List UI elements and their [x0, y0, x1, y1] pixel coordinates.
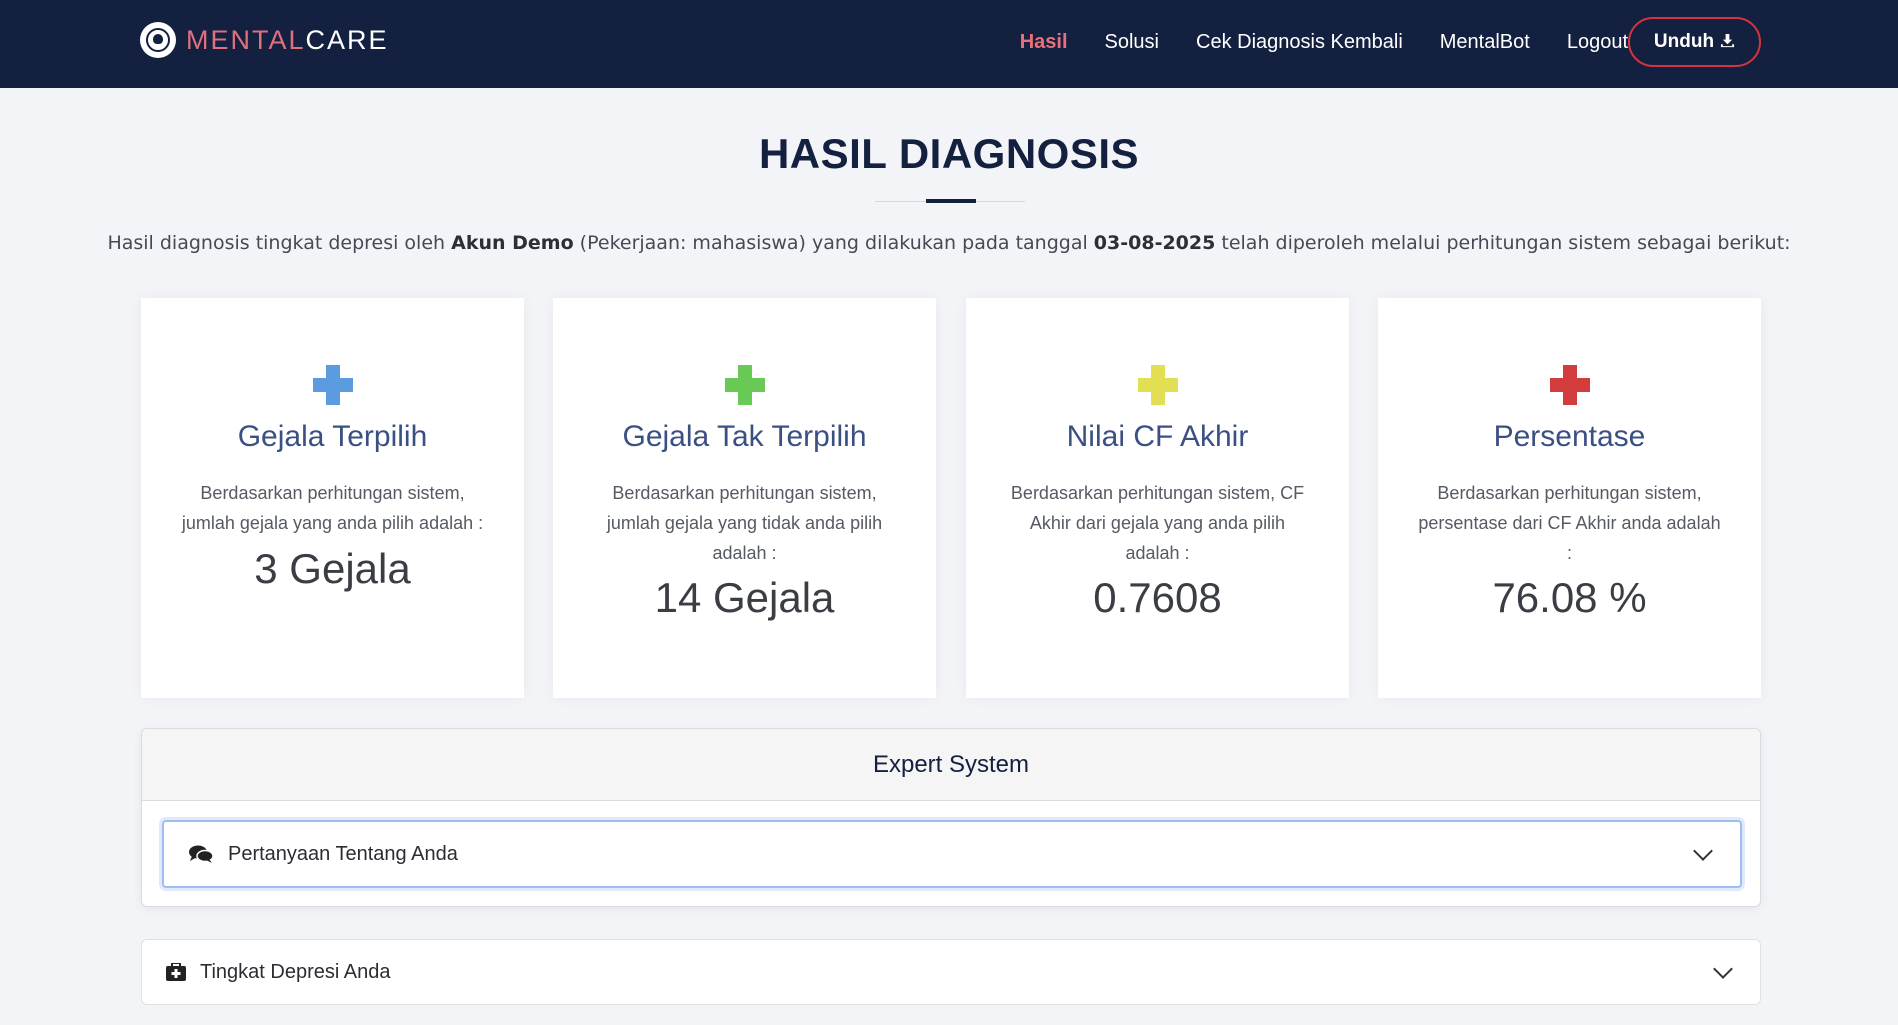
accordion-label: Pertanyaan Tentang Anda: [228, 842, 458, 865]
card-gejala-tak-terpilih: Gejala Tak Terpilih Berdasarkan perhitun…: [553, 298, 936, 698]
page-title: HASIL DIAGNOSIS: [758, 130, 1140, 177]
card-value: 14 Gejala: [654, 574, 835, 621]
expert-system-panel: Expert System Pertanyaan Tentang Anda: [141, 728, 1761, 907]
plus-icon: [1550, 365, 1590, 405]
card-value: 76.08 %: [1492, 574, 1647, 621]
card-description: Berdasarkan perhitungan sistem, jumlah g…: [181, 483, 484, 533]
chevron-down-icon: [1713, 959, 1733, 979]
intro-text: Hasil diagnosis tingkat depresi oleh Aku…: [107, 232, 1791, 254]
card-value: 3 Gejala: [254, 545, 411, 592]
diagnosis-date: 03-08-2025: [1093, 232, 1216, 254]
brain-logo-icon: [140, 22, 176, 58]
plus-icon: [313, 365, 353, 405]
accordion-pertanyaan[interactable]: Pertanyaan Tentang Anda: [162, 820, 1742, 888]
expert-system-header: Expert System: [142, 729, 1760, 801]
chevron-down-icon: [1693, 841, 1713, 861]
card-title: Nilai CF Akhir: [1066, 420, 1249, 453]
navbar: MENTALCARE Hasil Solusi Cek Diagnosis Ke…: [0, 0, 1898, 88]
brand-logo[interactable]: MENTALCARE: [140, 20, 389, 60]
accordion-label: Tingkat Depresi Anda: [200, 960, 391, 983]
nav-links: Hasil Solusi Cek Diagnosis Kembali Menta…: [1020, 0, 1628, 84]
medkit-icon: [166, 963, 192, 981]
nav-link-mentalbot[interactable]: MentalBot: [1440, 31, 1530, 54]
title-underline: [926, 199, 976, 203]
plus-icon: [725, 365, 765, 405]
comments-icon: [188, 844, 216, 864]
card-description: Berdasarkan perhitungan sistem, jumlah g…: [606, 483, 883, 563]
card-title: Persentase: [1493, 420, 1646, 453]
user-name: Akun Demo: [451, 232, 574, 254]
download-button-label: Unduh: [1653, 31, 1715, 52]
card-nilai-cf-akhir: Nilai CF Akhir Berdasarkan perhitungan s…: [966, 298, 1349, 698]
card-title: Gejala Tak Terpilih: [622, 420, 867, 453]
card-description: Berdasarkan perhitungan sistem, CF Akhir…: [1010, 483, 1305, 563]
card-gejala-terpilih: Gejala Terpilih Berdasarkan perhitungan …: [141, 298, 524, 698]
plus-icon: [1138, 365, 1178, 405]
accordion-tingkat-depresi[interactable]: Tingkat Depresi Anda: [141, 939, 1761, 1005]
nav-link-solusi[interactable]: Solusi: [1105, 31, 1159, 54]
card-persentase: Persentase Berdasarkan perhitungan siste…: [1378, 298, 1761, 698]
download-icon: [1720, 33, 1735, 52]
card-value: 0.7608: [1093, 574, 1222, 621]
nav-link-logout[interactable]: Logout: [1567, 31, 1628, 54]
nav-link-cek-diagnosis[interactable]: Cek Diagnosis Kembali: [1196, 31, 1403, 54]
nav-link-hasil[interactable]: Hasil: [1020, 31, 1068, 54]
brand-name: MENTALCARE: [186, 24, 389, 55]
card-title: Gejala Terpilih: [237, 420, 428, 453]
card-description: Berdasarkan perhitungan sistem, persenta…: [1418, 483, 1721, 563]
download-button[interactable]: Unduh: [1628, 17, 1761, 67]
